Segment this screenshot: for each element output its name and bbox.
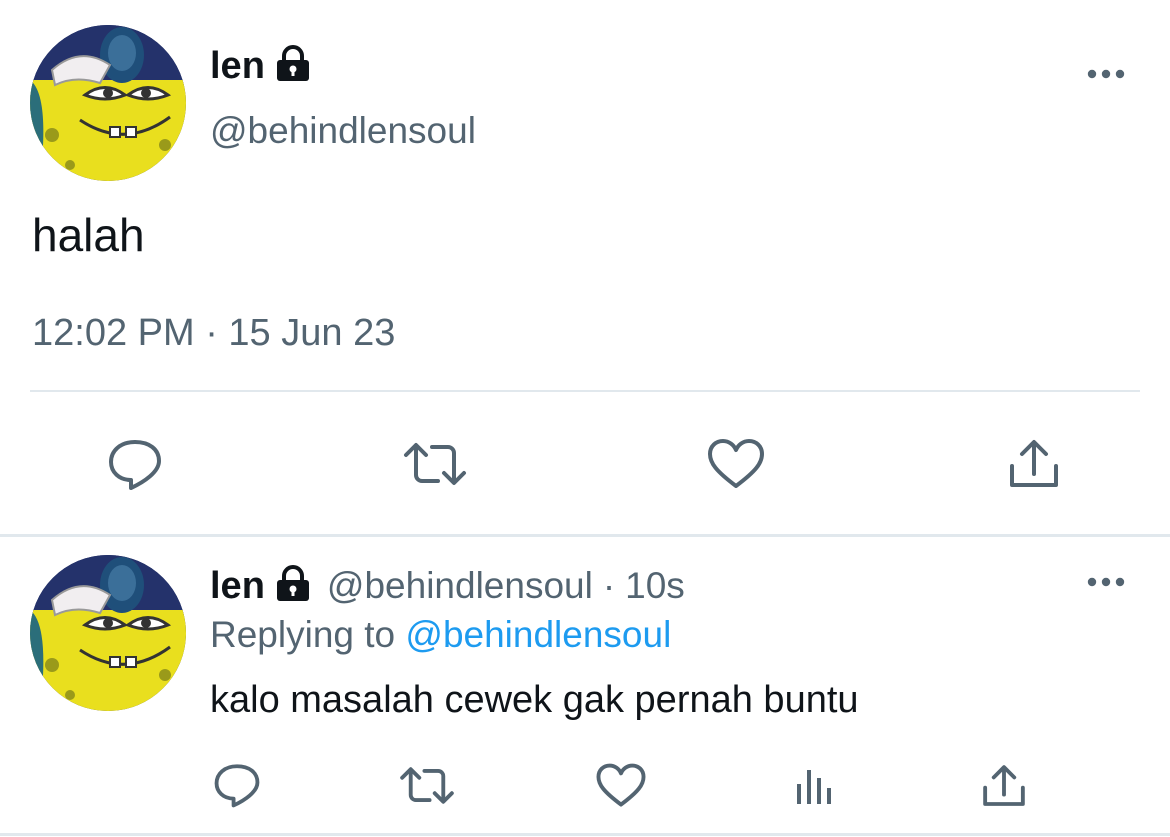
replying-to-line: Replying to @behindlensoul	[210, 614, 671, 656]
main-avatar[interactable]	[30, 25, 186, 181]
lock-icon	[273, 44, 313, 88]
retweet-icon[interactable]	[398, 434, 472, 494]
replying-to-handle[interactable]: @behindlensoul	[405, 614, 671, 655]
main-timestamp[interactable]: 12:02 PM · 15 Jun 23	[32, 312, 395, 355]
more-dots-icon[interactable]	[1083, 58, 1129, 90]
display-name[interactable]: len	[210, 45, 265, 88]
heart-icon[interactable]	[702, 432, 770, 496]
bottom-divider	[0, 833, 1170, 836]
heart-icon[interactable]	[592, 757, 650, 813]
display-name[interactable]: len	[210, 565, 265, 608]
reply-handle[interactable]: @behindlensoul	[327, 565, 593, 607]
reply-tweet-text: kalo masalah cewek gak pernah buntu	[210, 679, 859, 721]
main-tweet-text: halah	[32, 209, 145, 261]
retweet-icon[interactable]	[394, 760, 460, 810]
section-separator	[0, 534, 1170, 537]
replying-to-label: Replying to	[210, 614, 396, 655]
reply-age[interactable]: 10s	[625, 565, 685, 607]
main-name-row: len	[210, 44, 313, 88]
main-divider	[30, 390, 1140, 392]
main-handle[interactable]: @behindlensoul	[210, 110, 476, 152]
analytics-icon[interactable]	[788, 760, 838, 810]
lock-icon	[273, 564, 313, 608]
share-icon[interactable]	[1002, 432, 1066, 496]
reply-header-row: len @behindlensoul · 10s	[210, 564, 685, 608]
spongebob-avatar-image	[30, 25, 186, 181]
more-dots-icon[interactable]	[1083, 566, 1129, 598]
reply-icon[interactable]	[208, 757, 266, 813]
dot-separator: ·	[602, 565, 616, 606]
reply-icon[interactable]	[100, 432, 170, 496]
reply-avatar[interactable]	[30, 555, 186, 711]
spongebob-avatar-image	[30, 555, 186, 711]
share-icon[interactable]	[976, 758, 1032, 814]
